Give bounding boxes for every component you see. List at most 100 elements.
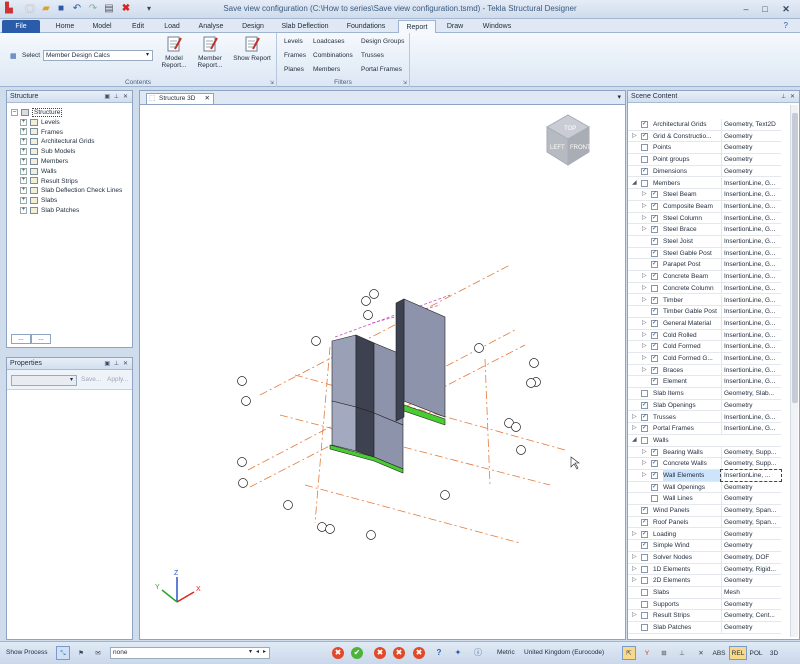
scene-row[interactable]: ✓ Architectural Grids Geometry, Text2D — [628, 119, 781, 131]
mail-icon[interactable]: ✉ — [91, 646, 105, 660]
visibility-checkbox[interactable]: ✓ — [641, 132, 648, 140]
scene-row[interactable]: ✓ Wall Openings Geometry — [628, 481, 781, 494]
visibility-checkbox[interactable]: ✓ — [651, 226, 658, 234]
scene-row-description[interactable]: InsertionLine, ... — [720, 469, 782, 482]
error-icon[interactable]: ✖ — [374, 647, 386, 659]
visibility-checkbox[interactable]: ✓ — [651, 296, 658, 304]
scene-row[interactable]: Points Geometry — [628, 142, 781, 155]
expand-icon[interactable]: ▷ — [632, 131, 638, 142]
show-process-label[interactable]: Show Process — [6, 649, 48, 656]
next-icon[interactable]: ▸ — [260, 648, 269, 657]
expand-icon[interactable]: ▷ — [642, 189, 648, 200]
scene-row[interactable]: ✓ Timber Gable Post InsertionLine, G... — [628, 306, 781, 318]
scene-row[interactable]: ▷ 2D Elements Geometry — [628, 575, 781, 587]
expand-icon[interactable]: ▷ — [642, 224, 648, 235]
toggle-pol[interactable]: POL — [748, 646, 764, 660]
scene-row[interactable]: ◢ Walls — [628, 435, 781, 447]
scene-row[interactable]: ▷ ✓ Loading Geometry — [628, 528, 781, 541]
report-select-combo[interactable]: Member Design Calcs ▾ — [43, 50, 153, 61]
visibility-checkbox[interactable]: ✓ — [651, 355, 658, 362]
expand-icon[interactable]: ◢ — [632, 178, 638, 189]
tab-edit[interactable]: Edit — [122, 20, 154, 33]
dialog-launcher-icon[interactable]: ⇲ — [403, 80, 407, 86]
expand-icon[interactable]: ▷ — [632, 423, 638, 434]
expand-icon[interactable]: ▷ — [632, 552, 638, 563]
visibility-checkbox[interactable]: ✓ — [651, 460, 658, 468]
expand-icon[interactable]: + — [20, 187, 27, 195]
visibility-checkbox[interactable]: ✓ — [641, 167, 648, 175]
view-cube[interactable]: TOP LEFT FRONT — [545, 114, 591, 166]
expand-icon[interactable]: ▷ — [632, 564, 638, 575]
scene-row[interactable]: ▷ ✓ Steel Beam InsertionLine, G... — [628, 189, 781, 201]
visibility-checkbox[interactable]: ✓ — [641, 530, 648, 538]
scene-row[interactable]: ▷ ✓ Steel Column InsertionLine, G... — [628, 212, 781, 225]
tab-structure-3d[interactable]: ⬚ Structure 3D ✕ — [146, 93, 214, 104]
error-icon[interactable]: ✖ — [332, 647, 344, 659]
scene-row[interactable]: Point groups Geometry — [628, 154, 781, 166]
save-button[interactable]: Save... — [81, 376, 101, 383]
scene-row[interactable]: ✓ Steel Gable Post InsertionLine, G... — [628, 247, 781, 260]
filter-loadcases-link[interactable]: Loadcases — [313, 38, 344, 45]
scene-row[interactable]: ✓ Roof Panels Geometry, Span... — [628, 516, 781, 529]
close-icon[interactable]: ✕ — [123, 91, 128, 103]
visibility-checkbox[interactable]: ✓ — [651, 448, 658, 456]
expand-icon[interactable]: ▷ — [632, 412, 638, 423]
panel-menu-icon[interactable]: ▣ — [104, 358, 110, 370]
minimize-icon[interactable]: – — [738, 2, 754, 16]
scene-row[interactable]: ▷ ✓ Trusses InsertionLine, G... — [628, 411, 781, 424]
visibility-checkbox[interactable] — [651, 284, 658, 292]
scene-row[interactable]: ▷ Concrete Column InsertionLine, G... — [628, 282, 781, 295]
visibility-checkbox[interactable]: ✓ — [651, 319, 658, 327]
visibility-checkbox[interactable]: ✓ — [651, 308, 658, 316]
scene-row[interactable]: ◢ Members InsertionLine, G... — [628, 177, 781, 190]
scene-row[interactable]: ▷ ✓ Cold Formed InsertionLine, G... — [628, 341, 781, 353]
scene-row[interactable]: Supports Geometry — [628, 598, 781, 611]
tab-draw[interactable]: Draw — [438, 20, 472, 33]
visibility-checkbox[interactable]: ✓ — [651, 214, 658, 222]
scene-row[interactable]: ▷ ✓ Composite Beam InsertionLine, G... — [628, 200, 781, 213]
visibility-checkbox[interactable]: ✓ — [651, 273, 658, 281]
tree-item[interactable]: + Members — [11, 157, 130, 167]
scene-row[interactable]: ▷ ✓ Grid & Constructio... Geometry — [628, 130, 781, 143]
filter-trusses-link[interactable]: Trusses — [361, 52, 384, 59]
visibility-checkbox[interactable]: ✓ — [651, 238, 658, 245]
scene-row[interactable]: Slabs Mesh — [628, 587, 781, 599]
scene-row[interactable]: ✓ Steel Joist InsertionLine, G... — [628, 236, 781, 248]
visibility-checkbox[interactable] — [641, 577, 648, 585]
expand-icon[interactable]: + — [20, 177, 27, 185]
scene-row[interactable]: ✓ Slab Openings Geometry — [628, 399, 781, 412]
visibility-checkbox[interactable] — [641, 390, 648, 398]
close-icon[interactable]: ✕ — [205, 94, 210, 104]
visibility-checkbox[interactable]: ✓ — [641, 507, 648, 515]
visibility-checkbox[interactable]: ✓ — [641, 542, 648, 550]
show-report-button[interactable]: Show Report — [231, 35, 273, 62]
member-report-button[interactable]: Member Report... — [193, 35, 227, 69]
panel-menu-icon[interactable]: ▣ — [104, 91, 110, 103]
visibility-checkbox[interactable]: ✓ — [651, 202, 658, 210]
scene-row[interactable]: ▷ 1D Elements Geometry, Rigid... — [628, 563, 781, 576]
expand-icon[interactable]: ▷ — [642, 271, 648, 282]
visibility-checkbox[interactable] — [641, 553, 648, 561]
visibility-checkbox[interactable] — [641, 565, 648, 573]
close-icon[interactable]: ✕ — [123, 358, 128, 370]
expand-icon[interactable]: ▷ — [642, 295, 648, 306]
filter-combinations-link[interactable]: Combinations — [313, 52, 353, 59]
expand-icon[interactable]: ▷ — [632, 529, 638, 540]
tab-home[interactable]: Home — [48, 20, 82, 33]
tab-file[interactable]: File — [2, 20, 40, 33]
chevron-down-icon[interactable]: ▾ — [617, 93, 621, 101]
visibility-checkbox[interactable]: ✓ — [651, 191, 658, 199]
select-mode-icon[interactable]: ⤡ — [56, 646, 70, 660]
maximize-icon[interactable]: □ — [757, 2, 773, 16]
expand-icon[interactable]: ▷ — [642, 470, 648, 481]
tab-report[interactable]: Report — [398, 20, 436, 33]
tree-item[interactable]: + Frames — [11, 128, 130, 138]
apply-button[interactable]: Apply... — [107, 376, 128, 383]
expand-icon[interactable]: ▷ — [642, 341, 648, 352]
visibility-checkbox[interactable]: ✓ — [641, 425, 648, 433]
scrollbar-thumb[interactable] — [792, 113, 798, 403]
scene-row[interactable]: ▷ ✓ Braces InsertionLine, G... — [628, 364, 781, 377]
scene-row[interactable]: ▷ ✓ Wall Elements InsertionLine, ... — [628, 469, 782, 482]
tree-root[interactable]: – Structure — [11, 108, 130, 118]
scrollbar[interactable] — [790, 105, 798, 637]
